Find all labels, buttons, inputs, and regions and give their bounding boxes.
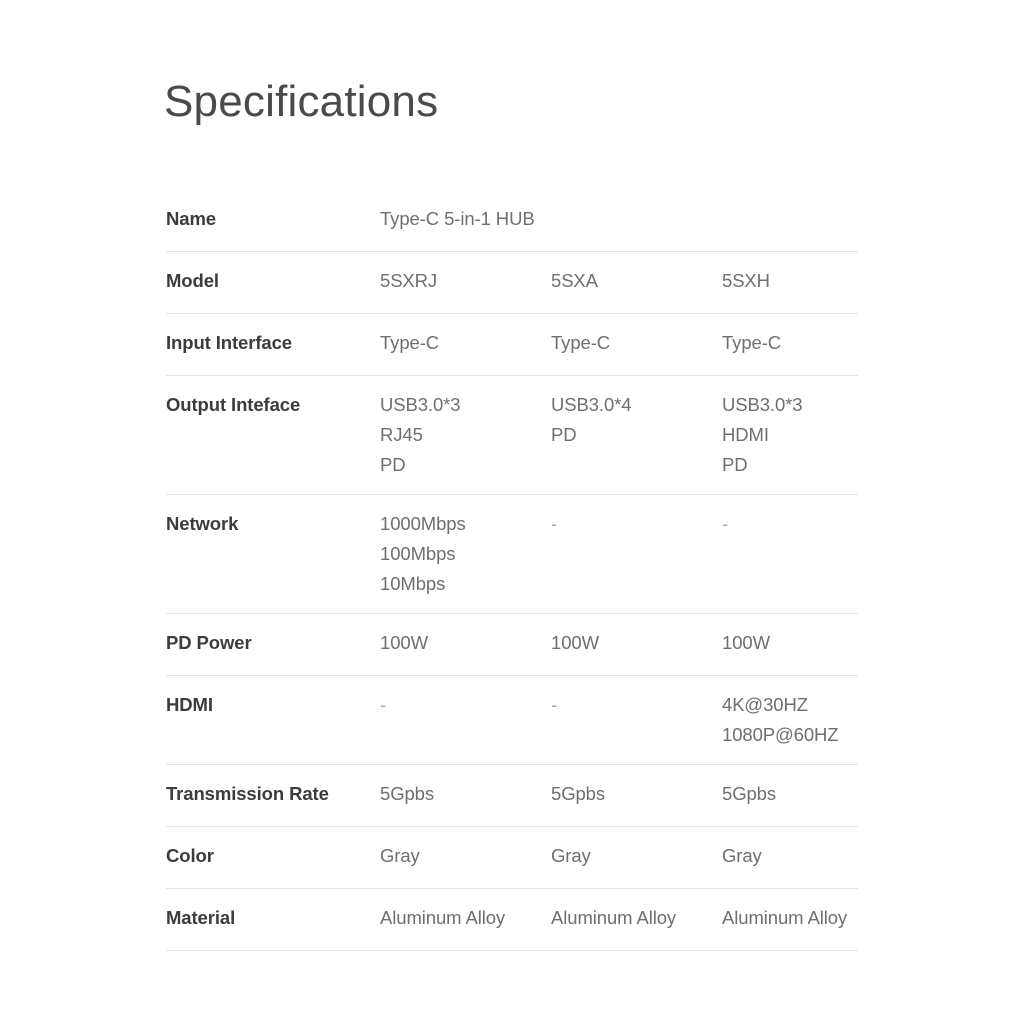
value-cell: 5SXRJ bbox=[380, 266, 551, 296]
value-line: Type-C bbox=[551, 332, 611, 353]
row-label: Model bbox=[166, 270, 219, 291]
specifications-page: Specifications Name Type-C 5-in-1 HUB Mode… bbox=[0, 0, 1024, 1024]
value-line: Aluminum Alloy bbox=[551, 907, 677, 928]
value-line: PD bbox=[722, 454, 748, 475]
page-title: Specifications bbox=[164, 77, 439, 126]
value-cell: USB3.0*3 RJ45 PD bbox=[380, 390, 551, 480]
value-line: Gray bbox=[551, 845, 591, 866]
value-cell: Type-C 5-in-1 HUB bbox=[380, 204, 551, 234]
value-line: 5Gpbs bbox=[722, 783, 777, 804]
table-row: Input Interface Type-C Type-C Type-C bbox=[166, 314, 858, 376]
value-cell: 5Gpbs bbox=[380, 779, 551, 809]
value-cell: - bbox=[722, 509, 858, 539]
value-cell: Aluminum Alloy bbox=[551, 903, 722, 933]
value-line: 5SXA bbox=[551, 270, 598, 291]
value-line: PD bbox=[551, 424, 577, 445]
value-cell: Type-C bbox=[722, 328, 858, 358]
row-label: Transmission Rate bbox=[166, 783, 329, 804]
value-empty: - bbox=[551, 694, 558, 715]
value-cell: 4K@30HZ 1080P@60HZ bbox=[722, 690, 858, 750]
value-empty: - bbox=[722, 513, 729, 534]
row-values: - - 4K@30HZ 1080P@60HZ bbox=[380, 690, 858, 750]
value-line: USB3.0*3 bbox=[380, 394, 461, 415]
value-line: 100W bbox=[722, 632, 770, 653]
value-cell: Type-C bbox=[380, 328, 551, 358]
row-label: Name bbox=[166, 208, 216, 229]
row-label: Material bbox=[166, 907, 236, 928]
value-cell: Gray bbox=[722, 841, 858, 871]
value-cell: Aluminum Alloy bbox=[380, 903, 551, 933]
value-cell: 5Gpbs bbox=[722, 779, 858, 809]
value-line: 100W bbox=[551, 632, 599, 653]
table-row: Output Inteface USB3.0*3 RJ45 PD USB3.0*4 PD U… bbox=[166, 376, 858, 495]
value-line: USB3.0*4 bbox=[551, 394, 632, 415]
value-line: 4K@30HZ bbox=[722, 694, 808, 715]
value-cell: Aluminum Alloy bbox=[722, 903, 858, 933]
value-line: 10Mbps bbox=[380, 573, 446, 594]
table-row: Network 1000Mbps 100Mbps 10Mbps - - bbox=[166, 495, 858, 614]
value-cell: 100W bbox=[551, 628, 722, 658]
value-line: USB3.0*3 bbox=[722, 394, 803, 415]
row-label: Color bbox=[166, 845, 214, 866]
value-empty: - bbox=[551, 513, 558, 534]
table-row: PD Power 100W 100W 100W bbox=[166, 614, 858, 676]
row-label: Input Interface bbox=[166, 332, 292, 353]
value-line: Type-C bbox=[380, 332, 440, 353]
table-row: Model 5SXRJ 5SXA 5SXH bbox=[166, 252, 858, 314]
value-cell: Gray bbox=[551, 841, 722, 871]
value-cell: 5SXH bbox=[722, 266, 858, 296]
value-cell: 100W bbox=[722, 628, 858, 658]
value-line: 1000Mbps bbox=[380, 513, 466, 534]
value-cell: USB3.0*3 HDMI PD bbox=[722, 390, 858, 480]
value-line: HDMI bbox=[722, 424, 769, 445]
row-values: Type-C Type-C Type-C bbox=[380, 328, 858, 358]
value-line: Gray bbox=[380, 845, 420, 866]
table-row: HDMI - - 4K@30HZ 1080P@60HZ bbox=[166, 676, 858, 765]
value-line: 100W bbox=[380, 632, 428, 653]
row-values: 1000Mbps 100Mbps 10Mbps - - bbox=[380, 509, 858, 599]
value-line: 5Gpbs bbox=[380, 783, 435, 804]
value-cell: Gray bbox=[380, 841, 551, 871]
value-line: 5SXH bbox=[722, 270, 770, 291]
row-values: 100W 100W 100W bbox=[380, 628, 858, 658]
value-line: 5Gpbs bbox=[551, 783, 606, 804]
row-label: HDMI bbox=[166, 694, 213, 715]
value-cell: - bbox=[551, 690, 722, 720]
row-values: Gray Gray Gray bbox=[380, 841, 858, 871]
row-values: Aluminum Alloy Aluminum Alloy Aluminum All… bbox=[380, 903, 858, 933]
value-cell: 5Gpbs bbox=[551, 779, 722, 809]
table-row: Color Gray Gray Gray bbox=[166, 827, 858, 889]
row-label: Network bbox=[166, 513, 239, 534]
value-cell: - bbox=[551, 509, 722, 539]
value-line: PD bbox=[380, 454, 406, 475]
value-line: Aluminum Alloy bbox=[722, 907, 848, 928]
row-label: PD Power bbox=[166, 632, 252, 653]
row-values: USB3.0*3 RJ45 PD USB3.0*4 PD USB3.0*3 HDMI PD bbox=[380, 390, 858, 480]
value-line: 100Mbps bbox=[380, 543, 456, 564]
table-row: Name Type-C 5-in-1 HUB bbox=[166, 190, 858, 252]
table-row: Material Aluminum Alloy Aluminum Alloy Alum… bbox=[166, 889, 858, 951]
row-values: 5SXRJ 5SXA 5SXH bbox=[380, 266, 858, 296]
table-row: Transmission Rate 5Gpbs 5Gpbs 5Gpbs bbox=[166, 765, 858, 827]
value-line: RJ45 bbox=[380, 424, 423, 445]
value-line: 1080P@60HZ bbox=[722, 724, 839, 745]
value-line: 5SXRJ bbox=[380, 270, 438, 291]
value-line: Type-C bbox=[722, 332, 782, 353]
row-values: Type-C 5-in-1 HUB bbox=[380, 204, 858, 234]
specifications-table: Name Type-C 5-in-1 HUB Model 5SXRJ 5SXA 5SXH I… bbox=[166, 190, 858, 951]
row-label: Output Inteface bbox=[166, 394, 301, 415]
value-empty: - bbox=[380, 694, 387, 715]
value-cell: 100W bbox=[380, 628, 551, 658]
value-line: Type-C 5-in-1 HUB bbox=[380, 208, 535, 229]
value-cell: 5SXA bbox=[551, 266, 722, 296]
value-cell: USB3.0*4 PD bbox=[551, 390, 722, 450]
row-values: 5Gpbs 5Gpbs 5Gpbs bbox=[380, 779, 858, 809]
value-cell: - bbox=[380, 690, 551, 720]
value-line: Gray bbox=[722, 845, 762, 866]
value-line: Aluminum Alloy bbox=[380, 907, 506, 928]
value-cell: 1000Mbps 100Mbps 10Mbps bbox=[380, 509, 551, 599]
value-cell: Type-C bbox=[551, 328, 722, 358]
